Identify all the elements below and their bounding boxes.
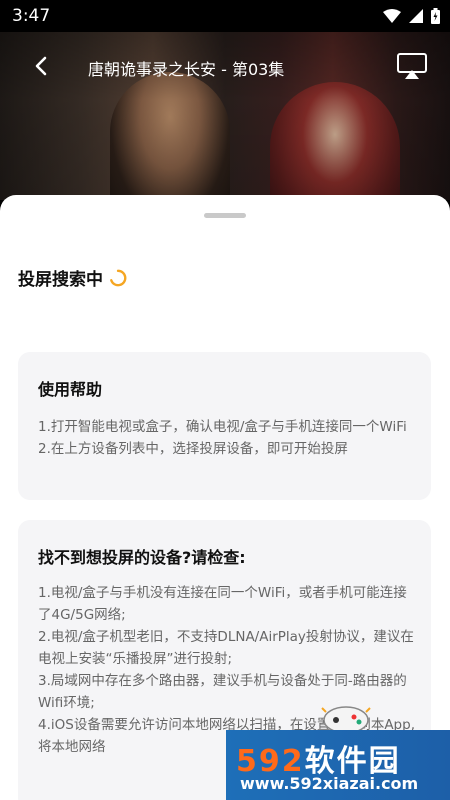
status-time: 3:47	[12, 6, 51, 26]
search-status: 投屏搜索中	[18, 265, 127, 290]
battery-icon	[431, 8, 440, 24]
cast-bottom-sheet: 投屏搜索中 使用帮助 1.打开智能电视或盒子，确认电视/盒子与手机连接同一个Wi…	[0, 195, 450, 800]
watermark-banner: 592软件园 www.592xiazai.com	[226, 730, 450, 800]
help-line: 1.打开智能电视或盒子，确认电视/盒子与手机连接同一个WiFi	[38, 419, 407, 435]
wifi-icon	[383, 9, 401, 23]
loading-spinner-icon	[110, 269, 127, 286]
video-title: 唐朝诡事录之长安 - 第03集	[88, 60, 285, 79]
help-card-body: 1.打开智能电视或盒子，确认电视/盒子与手机连接同一个WiFi 2.在上方设备列…	[38, 416, 417, 460]
help-line: 2.在上方设备列表中，选择投屏设备，即可开始投屏	[38, 441, 348, 457]
help-card-title: 使用帮助	[38, 380, 103, 399]
troubleshoot-line: 1.电视/盒子与手机没有连接在同一个WiFi，或者手机可能连接了4G/5G网络;	[38, 585, 407, 623]
help-card: 使用帮助 1.打开智能电视或盒子，确认电视/盒子与手机连接同一个WiFi 2.在…	[18, 352, 431, 500]
signal-icon	[409, 9, 423, 23]
drag-handle[interactable]	[204, 213, 246, 218]
airplay-icon[interactable]	[396, 52, 428, 80]
status-icons	[383, 8, 440, 24]
search-status-label: 投屏搜索中	[18, 270, 103, 290]
status-bar: 3:47	[0, 0, 450, 32]
watermark-url: www.592xiazai.com	[240, 774, 419, 793]
troubleshoot-line: 2.电视/盒子机型老旧，不支持DLNA/AirPlay投射协议，建议在电视上安装…	[38, 629, 414, 667]
video-player[interactable]: 唐朝诡事录之长安 - 第03集	[0, 32, 450, 200]
troubleshoot-card-title: 找不到想投屏的设备?请检查:	[38, 548, 246, 567]
chevron-left-icon[interactable]	[30, 54, 54, 78]
